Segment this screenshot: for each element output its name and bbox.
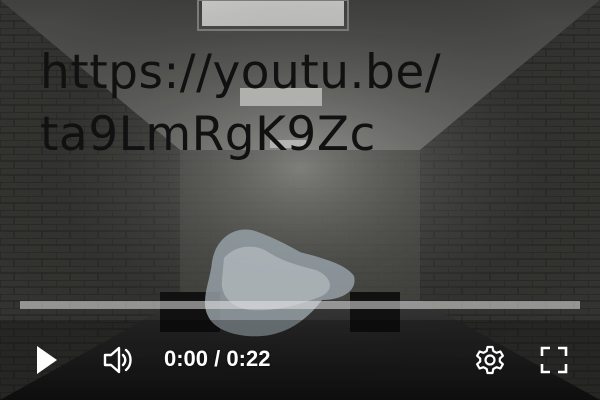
settings-button[interactable] xyxy=(470,340,510,380)
current-time: 0:00 xyxy=(164,346,209,371)
gear-icon xyxy=(476,345,504,375)
fullscreen-button[interactable] xyxy=(534,340,574,380)
video-url-overlay: https://youtu.be/ ta9LmRgK9Zc xyxy=(40,45,442,162)
duration: 0:22 xyxy=(226,346,271,371)
play-button[interactable] xyxy=(30,340,64,380)
time-separator: / xyxy=(208,346,227,371)
video-player[interactable]: https://youtu.be/ ta9LmRgK9Zc 0:00 / 0:2… xyxy=(0,0,600,400)
volume-button[interactable] xyxy=(98,340,138,380)
time-display: 0:00 / 0:22 xyxy=(164,346,270,372)
fullscreen-icon xyxy=(540,346,568,374)
volume-icon xyxy=(103,346,132,374)
play-icon xyxy=(37,346,57,374)
player-controls: 0:00 / 0:22 xyxy=(0,330,600,390)
progress-bar[interactable] xyxy=(20,301,580,309)
